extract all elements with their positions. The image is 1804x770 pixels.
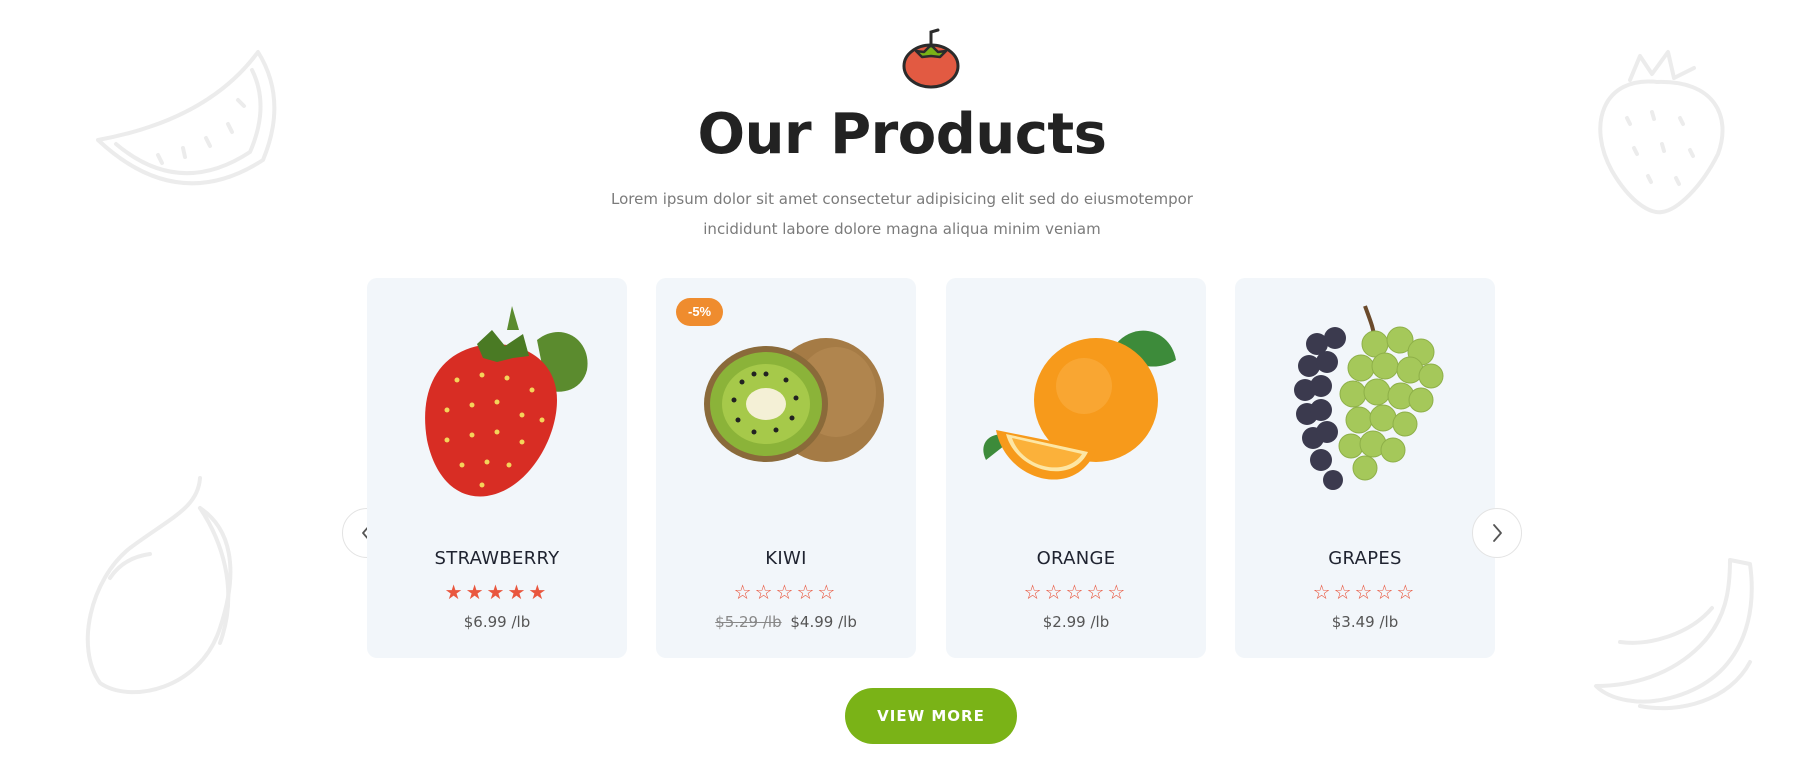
next-button[interactable]	[1472, 508, 1522, 558]
product-price: $2.99 /lb	[946, 613, 1206, 631]
product-name[interactable]: ORANGE	[946, 548, 1206, 569]
product-price: $5.29 /lb $4.99 /lb	[656, 613, 916, 631]
product-card[interactable]: -5% KIWI ☆☆☆☆☆ $5.29 /lb $4.99 /lb	[656, 278, 916, 658]
product-price: $3.49 /lb	[1235, 613, 1495, 631]
star-rating: ☆☆☆☆☆	[1023, 582, 1129, 604]
mango-outline-icon	[85, 476, 233, 695]
price-current: $6.99 /lb	[463, 613, 531, 631]
product-price: $6.99 /lb	[367, 613, 627, 631]
tomato-icon	[902, 28, 960, 89]
orange-image	[983, 330, 1176, 480]
strawberry-image	[425, 306, 588, 497]
subtitle-line-1: Lorem ipsum dolor sit amet consectetur a…	[611, 190, 1193, 208]
section-subtitle: Lorem ipsum dolor sit amet consectetur a…	[602, 184, 1202, 244]
price-old: $5.29 /lb	[715, 613, 782, 631]
product-card[interactable]: GRAPES ☆☆☆☆☆ $3.49 /lb	[1235, 278, 1495, 658]
product-name[interactable]: KIWI	[656, 548, 916, 569]
star-rating: ☆☆☆☆☆	[733, 582, 839, 604]
product-name[interactable]: GRAPES	[1235, 548, 1495, 569]
product-name[interactable]: STRAWBERRY	[367, 548, 627, 569]
section-title: Our Products	[697, 102, 1107, 167]
star-rating: ★★★★★	[444, 582, 550, 604]
product-card[interactable]: STRAWBERRY ★★★★★ $6.99 /lb	[367, 278, 627, 658]
price-current: $4.99 /lb	[790, 613, 857, 631]
grapes-image	[1294, 305, 1444, 490]
subtitle-line-2: incididunt labore dolore magna aliqua mi…	[703, 220, 1101, 238]
kiwi-image	[704, 338, 884, 462]
star-rating: ☆☆☆☆☆	[1312, 582, 1418, 604]
banana-outline-icon	[1594, 558, 1754, 711]
view-more-button[interactable]: VIEW MORE	[845, 688, 1017, 744]
price-current: $3.49 /lb	[1331, 613, 1399, 631]
product-card[interactable]: ORANGE ☆☆☆☆☆ $2.99 /lb	[946, 278, 1206, 658]
chevron-right-icon	[1493, 524, 1502, 542]
price-current: $2.99 /lb	[1042, 613, 1110, 631]
